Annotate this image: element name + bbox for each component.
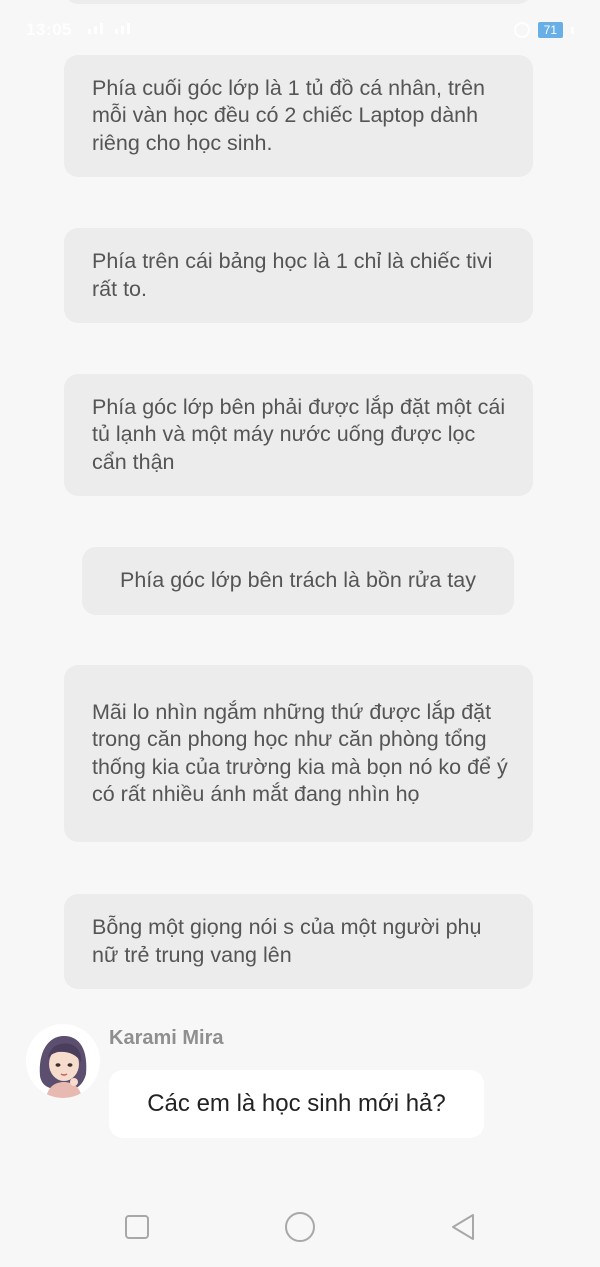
narration-text: Phía cuối góc lớp là 1 tủ đồ cá nhân, tr…: [92, 75, 485, 155]
status-time: 13:05: [26, 20, 72, 39]
battery-icon: 71: [537, 22, 563, 38]
narration-bubble[interactable]: Mãi lo nhìn ngắm những thứ được lắp đặt …: [64, 665, 533, 842]
narration-text: Bỗng một giọng nói s của một người phụ n…: [92, 915, 482, 967]
narration-text: Phía góc lớp bên phải được lắp đặt một c…: [92, 394, 506, 474]
home-button[interactable]: [283, 1210, 317, 1244]
alarm-icon: [513, 22, 530, 38]
signal-icon: [88, 23, 130, 34]
battery-tip: [571, 26, 574, 34]
narration-bubble[interactable]: Phía góc lớp bên trách là bồn rửa tay: [82, 547, 514, 615]
dialog-text: Các em là học sinh mới hả?: [147, 1090, 446, 1117]
status-bar: 13:05 71: [0, 18, 600, 44]
dialog-bubble[interactable]: Các em là học sinh mới hả?: [109, 1070, 484, 1138]
narration-text: Mãi lo nhìn ngắm những thứ được lắp đặt …: [92, 699, 508, 807]
system-nav-bar: [0, 1196, 600, 1256]
square-recent-apps-icon: [125, 1215, 149, 1239]
avatar-portrait-icon: [26, 1024, 100, 1098]
circle-home-icon: [285, 1212, 315, 1242]
triangle-back-icon: [452, 1214, 474, 1240]
recent-apps-button[interactable]: [120, 1210, 154, 1244]
narration-bubble[interactable]: Phía trên cái bảng học là 1 chỉ là chiếc…: [64, 228, 533, 323]
narration-bubble[interactable]: Phía góc lớp bên phải được lắp đặt một c…: [64, 374, 533, 496]
speaker-name: Karami Mira: [109, 1027, 224, 1049]
narration-text: Phía trên cái bảng học là 1 chỉ là chiếc…: [92, 249, 493, 301]
status-right: 71: [513, 22, 574, 38]
narration-bubble[interactable]: Phía cuối góc lớp là 1 tủ đồ cá nhân, tr…: [64, 55, 533, 177]
character-avatar[interactable]: [26, 1024, 100, 1098]
back-button[interactable]: [446, 1210, 480, 1244]
previous-message-edge: [64, 0, 532, 4]
narration-bubble[interactable]: Bỗng một giọng nói s của một người phụ n…: [64, 894, 533, 989]
narration-text: Phía góc lớp bên trách là bồn rửa tay: [120, 568, 476, 593]
